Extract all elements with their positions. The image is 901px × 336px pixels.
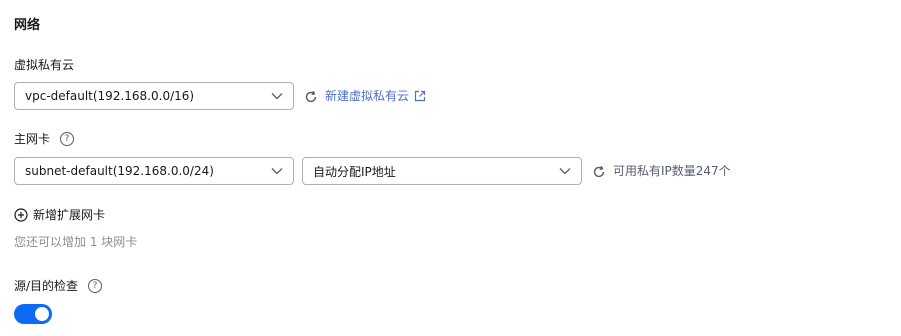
source-dest-check-label-row: 源/目的检查 ? (14, 278, 103, 294)
chevron-down-icon (271, 90, 283, 102)
extension-nic-remaining-hint: 您还可以增加 1 块网卡 (14, 235, 138, 249)
create-vpc-link[interactable]: 新建虚拟私有云 (325, 88, 426, 104)
add-extension-nic-label: 新增扩展网卡 (33, 208, 106, 222)
source-dest-check-label: 源/目的检查 (14, 279, 79, 293)
vpc-label: 虚拟私有云 (14, 58, 75, 72)
primary-nic-label-row: 主网卡 ? (14, 131, 75, 147)
subnet-select-value: subnet-default(192.168.0.0/24) (25, 164, 214, 178)
plus-circle-icon (14, 207, 28, 222)
toggle-knob (35, 307, 49, 321)
refresh-icon[interactable] (592, 165, 606, 179)
section-title: 网络 (14, 18, 41, 33)
add-extension-nic-button[interactable]: 新增扩展网卡 (14, 206, 105, 223)
chevron-down-icon (271, 165, 283, 177)
source-dest-check-toggle[interactable] (14, 304, 52, 324)
available-ip-count: 可用私有IP数量247个 (613, 164, 731, 178)
ip-assignment-value: 自动分配IP地址 (313, 164, 396, 179)
vpc-select-value: vpc-default(192.168.0.0/16) (25, 89, 195, 103)
help-icon[interactable]: ? (88, 279, 103, 293)
help-icon[interactable]: ? (60, 132, 75, 146)
subnet-select[interactable]: subnet-default(192.168.0.0/24) (14, 157, 294, 185)
refresh-icon[interactable] (304, 90, 318, 104)
vpc-select[interactable]: vpc-default(192.168.0.0/16) (14, 82, 294, 110)
chevron-down-icon (559, 165, 571, 177)
primary-nic-label: 主网卡 (14, 132, 51, 146)
create-vpc-link-text: 新建虚拟私有云 (325, 89, 410, 103)
external-link-icon (414, 90, 426, 102)
ip-assignment-select[interactable]: 自动分配IP地址 (302, 157, 582, 185)
